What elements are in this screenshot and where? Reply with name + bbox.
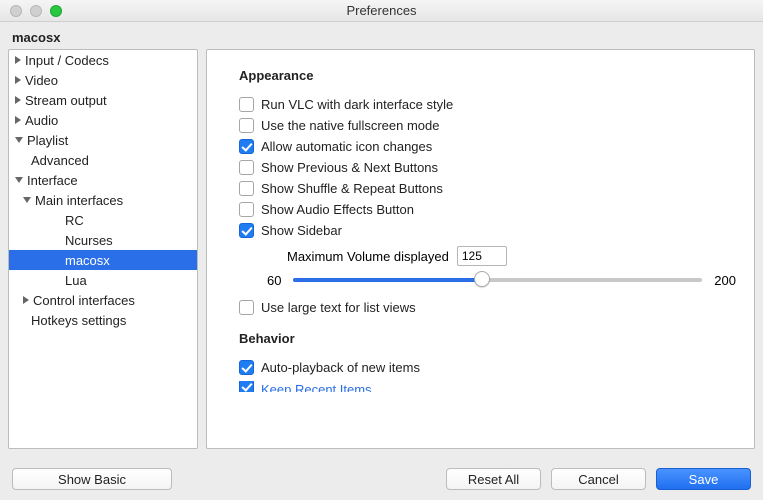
option-audio-effects[interactable]: Show Audio Effects Button	[239, 202, 736, 217]
volume-slider[interactable]	[293, 272, 702, 288]
checkbox[interactable]	[239, 300, 254, 315]
max-volume-input[interactable]	[457, 246, 507, 266]
sidebar-item-ncurses[interactable]: Ncurses	[9, 230, 197, 250]
option-shuffle-repeat[interactable]: Show Shuffle & Repeat Buttons	[239, 181, 736, 196]
slider-fill	[293, 278, 481, 282]
sidebar-item-playlist[interactable]: Playlist	[9, 130, 197, 150]
option-auto-playback[interactable]: Auto-playback of new items	[239, 360, 736, 375]
sidebar-item-stream-output[interactable]: Stream output	[9, 90, 197, 110]
chevron-right-icon	[15, 56, 21, 64]
option-prev-next[interactable]: Show Previous & Next Buttons	[239, 160, 736, 175]
slider-thumb[interactable]	[474, 271, 490, 287]
sidebar-item-macosx[interactable]: macosx	[9, 250, 197, 270]
option-native-fullscreen[interactable]: Use the native fullscreen mode	[239, 118, 736, 133]
sidebar-item-hotkeys-settings[interactable]: Hotkeys settings	[9, 310, 197, 330]
chevron-right-icon	[15, 116, 21, 124]
sidebar-item-rc[interactable]: RC	[9, 210, 197, 230]
option-large-text[interactable]: Use large text for list views	[239, 300, 736, 315]
footer: Show Basic Reset All Cancel Save	[0, 458, 763, 500]
appearance-heading: Appearance	[239, 68, 736, 83]
checkbox[interactable]	[239, 202, 254, 217]
checkbox[interactable]	[239, 360, 254, 375]
slider-min: 60	[267, 273, 281, 288]
chevron-down-icon	[23, 197, 31, 203]
checkbox[interactable]	[239, 97, 254, 112]
chevron-down-icon	[15, 177, 23, 183]
checkbox[interactable]	[239, 118, 254, 133]
option-show-sidebar[interactable]: Show Sidebar	[239, 223, 736, 238]
content: Input / Codecs Video Stream output Audio…	[0, 49, 763, 449]
checkbox[interactable]	[239, 223, 254, 238]
sidebar-item-interface[interactable]: Interface	[9, 170, 197, 190]
max-volume-label: Maximum Volume displayed	[287, 249, 449, 264]
chevron-right-icon	[15, 76, 21, 84]
save-button[interactable]: Save	[656, 468, 751, 490]
cancel-button[interactable]: Cancel	[551, 468, 646, 490]
checkbox[interactable]	[239, 160, 254, 175]
page-title: macosx	[0, 22, 763, 49]
chevron-right-icon	[23, 296, 29, 304]
checkbox[interactable]	[239, 381, 254, 392]
max-volume-row: Maximum Volume displayed	[287, 246, 736, 266]
volume-slider-row: 60 200	[267, 272, 736, 288]
option-icon-changes[interactable]: Allow automatic icon changes	[239, 139, 736, 154]
sidebar-item-video[interactable]: Video	[9, 70, 197, 90]
option-dark-interface[interactable]: Run VLC with dark interface style	[239, 97, 736, 112]
sidebar-item-advanced[interactable]: Advanced	[9, 150, 197, 170]
sidebar-item-lua[interactable]: Lua	[9, 270, 197, 290]
option-keep-recent[interactable]: Keep Recent Items	[239, 381, 736, 392]
sidebar-item-input-codecs[interactable]: Input / Codecs	[9, 50, 197, 70]
checkbox[interactable]	[239, 139, 254, 154]
chevron-right-icon	[15, 96, 21, 104]
sidebar-item-audio[interactable]: Audio	[9, 110, 197, 130]
sidebar: Input / Codecs Video Stream output Audio…	[8, 49, 198, 449]
window-title: Preferences	[0, 3, 763, 18]
behavior-heading: Behavior	[239, 331, 736, 346]
checkbox[interactable]	[239, 181, 254, 196]
main-panel: Appearance Run VLC with dark interface s…	[206, 49, 755, 449]
titlebar: Preferences	[0, 0, 763, 22]
reset-all-button[interactable]: Reset All	[446, 468, 541, 490]
chevron-down-icon	[15, 137, 23, 143]
slider-max: 200	[714, 273, 736, 288]
sidebar-item-control-interfaces[interactable]: Control interfaces	[9, 290, 197, 310]
show-basic-button[interactable]: Show Basic	[12, 468, 172, 490]
sidebar-item-main-interfaces[interactable]: Main interfaces	[9, 190, 197, 210]
